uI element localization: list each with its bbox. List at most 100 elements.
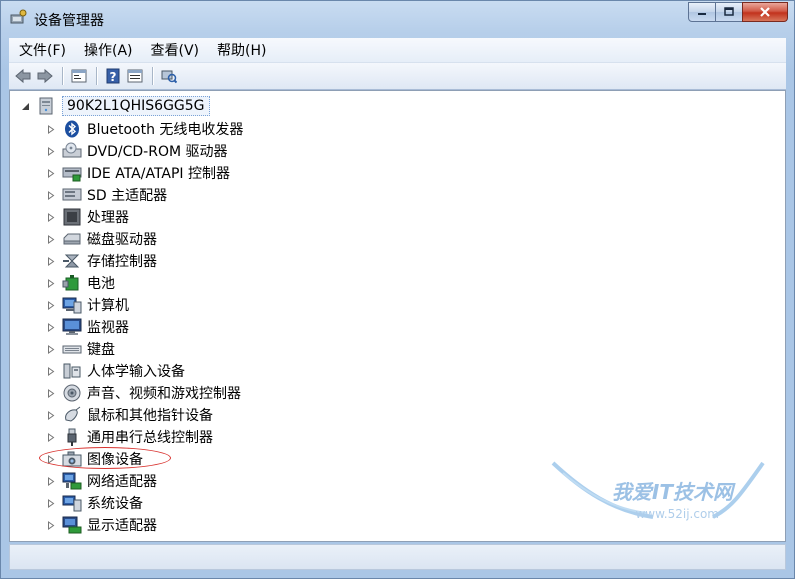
tree-node-label: 系统设备 bbox=[87, 496, 143, 512]
tree-root[interactable]: 90K2L1QHIS6GG5G bbox=[20, 95, 210, 117]
tree-node-bluetooth[interactable]: Bluetooth 无线电收发器 bbox=[46, 118, 243, 140]
tree-node-label: SD 主适配器 bbox=[87, 188, 168, 204]
tree-node-dvd-drive[interactable]: DVD/CD-ROM 驱动器 bbox=[46, 140, 228, 162]
storage-controller-icon bbox=[62, 252, 82, 270]
view-icon bbox=[127, 69, 143, 83]
tree-node-sd-adapter[interactable]: SD 主适配器 bbox=[46, 184, 167, 206]
help-icon: ? bbox=[106, 68, 120, 84]
properties-button[interactable] bbox=[69, 66, 89, 86]
tree-node-imaging-device[interactable]: 图像设备 bbox=[46, 448, 143, 470]
minimize-button[interactable] bbox=[688, 2, 716, 22]
toolbar-separator bbox=[152, 67, 154, 85]
tree-node-mouse[interactable]: 鼠标和其他指针设备 bbox=[46, 404, 213, 426]
maximize-button[interactable] bbox=[715, 2, 743, 22]
toolbar-separator bbox=[62, 67, 64, 85]
expand-icon[interactable] bbox=[46, 256, 56, 266]
expand-icon[interactable] bbox=[46, 146, 56, 156]
tree-node-ide-controller[interactable]: IDE ATA/ATAPI 控制器 bbox=[46, 162, 230, 184]
menu-action[interactable]: 操作(A) bbox=[74, 40, 141, 60]
device-tree[interactable]: 90K2L1QHIS6GG5G Bluetooth 无线电收发器 DVD/CD-R… bbox=[9, 90, 786, 542]
display-adapter-icon bbox=[62, 516, 82, 534]
tree-node-label: 网络适配器 bbox=[87, 474, 157, 490]
expand-icon[interactable] bbox=[46, 300, 56, 310]
help-button[interactable]: ? bbox=[103, 66, 123, 86]
menu-view[interactable]: 查看(V) bbox=[141, 40, 208, 60]
scan-hardware-icon bbox=[161, 70, 177, 84]
tree-node-label: 键盘 bbox=[87, 342, 115, 358]
tree-node-label: 显示适配器 bbox=[87, 518, 157, 534]
expand-icon[interactable] bbox=[46, 388, 56, 398]
back-arrow-icon bbox=[15, 68, 31, 84]
computer-root-icon bbox=[36, 97, 56, 115]
network-adapter-icon bbox=[62, 472, 82, 490]
tree-node-storage-controller[interactable]: 存储控制器 bbox=[46, 250, 157, 272]
tree-node-system-device[interactable]: 系统设备 bbox=[46, 492, 143, 514]
status-bar bbox=[9, 544, 786, 570]
tree-node-label: 鼠标和其他指针设备 bbox=[87, 408, 213, 424]
tree-node-label: 处理器 bbox=[87, 210, 129, 226]
collapse-icon[interactable] bbox=[20, 101, 30, 111]
monitor-icon bbox=[62, 318, 82, 336]
tree-node-disk-drive[interactable]: 磁盘驱动器 bbox=[46, 228, 157, 250]
expand-icon[interactable] bbox=[46, 124, 56, 134]
usb-icon bbox=[62, 428, 82, 446]
tree-node-label: 通用串行总线控制器 bbox=[87, 430, 213, 446]
scan-hardware-button[interactable] bbox=[159, 66, 179, 86]
tree-node-keyboard[interactable]: 键盘 bbox=[46, 338, 115, 360]
tree-node-monitor[interactable]: 监视器 bbox=[46, 316, 129, 338]
tree-node-label: 电池 bbox=[87, 276, 115, 292]
device-manager-window: 设备管理器 文件(F) 操作(A) 查看(V) 帮助(H) ? 90K2L1QH… bbox=[0, 0, 795, 579]
battery-icon bbox=[62, 274, 82, 292]
tree-node-network-adapter[interactable]: 网络适配器 bbox=[46, 470, 157, 492]
expand-icon[interactable] bbox=[46, 410, 56, 420]
maximize-icon bbox=[724, 7, 734, 16]
expand-icon[interactable] bbox=[46, 344, 56, 354]
expand-icon[interactable] bbox=[46, 190, 56, 200]
expand-icon[interactable] bbox=[46, 454, 56, 464]
expand-icon[interactable] bbox=[46, 322, 56, 332]
minimize-icon bbox=[698, 13, 706, 15]
keyboard-icon bbox=[62, 340, 82, 358]
title-bar[interactable]: 设备管理器 bbox=[1, 1, 794, 35]
tree-node-label: 磁盘驱动器 bbox=[87, 232, 157, 248]
expand-icon[interactable] bbox=[46, 366, 56, 376]
view-button[interactable] bbox=[125, 66, 145, 86]
close-icon bbox=[760, 7, 770, 17]
sound-icon bbox=[62, 384, 82, 402]
expand-icon[interactable] bbox=[46, 168, 56, 178]
tree-node-label: IDE ATA/ATAPI 控制器 bbox=[87, 166, 231, 182]
properties-icon bbox=[71, 69, 87, 83]
expand-icon[interactable] bbox=[46, 476, 56, 486]
tree-node-label: DVD/CD-ROM 驱动器 bbox=[87, 144, 228, 160]
mouse-icon bbox=[62, 406, 82, 424]
expand-icon[interactable] bbox=[46, 212, 56, 222]
menu-help[interactable]: 帮助(H) bbox=[207, 40, 274, 60]
tree-node-display-adapter[interactable]: 显示适配器 bbox=[46, 514, 157, 536]
menu-file[interactable]: 文件(F) bbox=[9, 40, 74, 60]
ide-controller-icon bbox=[62, 164, 82, 182]
tree-node-label: 监视器 bbox=[87, 320, 129, 336]
watermark: 我爱IT技术网 www.52ij.com bbox=[543, 461, 773, 533]
toolbar-separator bbox=[96, 67, 98, 85]
expand-icon[interactable] bbox=[46, 278, 56, 288]
tree-node-computer[interactable]: 计算机 bbox=[46, 294, 129, 316]
expand-icon[interactable] bbox=[46, 520, 56, 530]
watermark-url: www.52ij.com bbox=[635, 507, 719, 521]
expand-icon[interactable] bbox=[46, 432, 56, 442]
tree-node-sound[interactable]: 声音、视频和游戏控制器 bbox=[46, 382, 241, 404]
disk-drive-icon bbox=[62, 230, 82, 248]
watermark-text: 我爱IT技术网 bbox=[611, 480, 733, 504]
bluetooth-icon bbox=[62, 120, 82, 138]
forward-button[interactable] bbox=[35, 66, 55, 86]
back-button[interactable] bbox=[13, 66, 33, 86]
tree-node-processor[interactable]: 处理器 bbox=[46, 206, 129, 228]
tree-node-battery[interactable]: 电池 bbox=[46, 272, 115, 294]
expand-icon[interactable] bbox=[46, 498, 56, 508]
forward-arrow-icon bbox=[37, 68, 53, 84]
tree-node-hid[interactable]: 人体学输入设备 bbox=[46, 360, 185, 382]
close-button[interactable] bbox=[742, 2, 788, 22]
window-title: 设备管理器 bbox=[34, 13, 104, 29]
tree-node-usb[interactable]: 通用串行总线控制器 bbox=[46, 426, 213, 448]
computer-icon bbox=[62, 296, 82, 314]
expand-icon[interactable] bbox=[46, 234, 56, 244]
